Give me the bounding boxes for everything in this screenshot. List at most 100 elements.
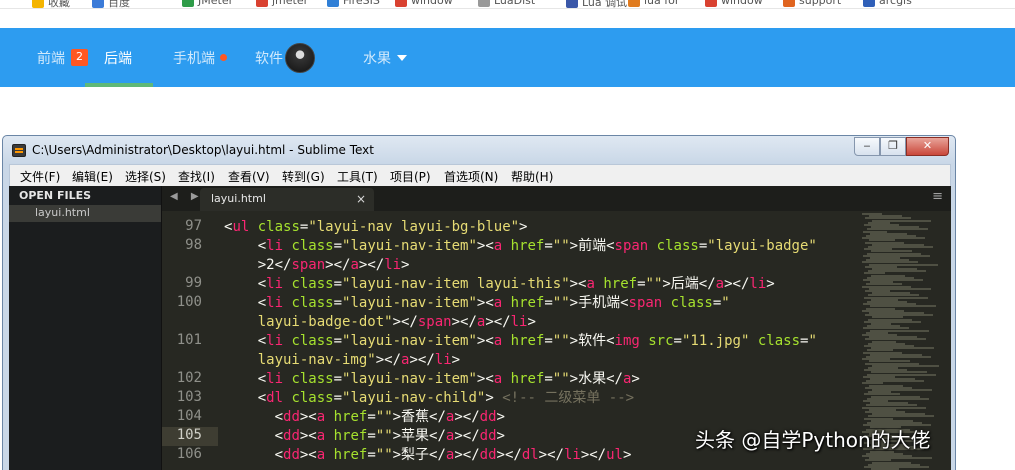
menu-bar: 文件(F) 编辑(E) 选择(S) 查找(I) 查看(V) 转到(G) 工具(T) 项目(P)… — [9, 164, 951, 186]
window-title: C:\Users\Administrator\Desktop\layui.htm… — [32, 143, 374, 157]
bookmark-item[interactable]: LuaDist — [478, 0, 535, 7]
nav-item-frontend[interactable]: 前端 2 — [37, 28, 88, 87]
nav-item-backend[interactable]: 后端 — [104, 28, 132, 87]
bookmark-icon — [628, 0, 640, 7]
bookmark-label: lua for — [644, 0, 680, 7]
bookmark-label: Lua 调试 — [582, 0, 628, 9]
bookmark-item[interactable]: Lua 调试 — [566, 0, 628, 9]
line-number: 100 — [176, 294, 202, 310]
window-controls: ‒ ❐ ✕ — [854, 137, 949, 156]
menu-item[interactable]: 首选项(N) — [444, 168, 498, 185]
code-line: <dd><a href="">梨子</a></dd></dl></li></ul… — [274, 447, 632, 463]
code-line: <dl class="layui-nav-child"> <!-- 二级菜单 -… — [257, 390, 635, 406]
code-line: <dd><a href="">香蕉</a></dd> — [274, 409, 505, 425]
bookmark-item[interactable]: lua for — [628, 0, 679, 7]
code-line: layui-badge-dot"></span></a></li> — [257, 314, 536, 330]
sidebar-header: OPEN FILES — [19, 189, 92, 202]
bookmark-item[interactable]: FireSIS — [327, 0, 380, 7]
line-number: 103 — [176, 389, 202, 405]
line-number: 105 — [176, 427, 202, 443]
bookmark-item[interactable]: arcgis — [863, 0, 912, 7]
caret-down-icon — [397, 54, 407, 61]
restore-button[interactable]: ❐ — [880, 137, 906, 156]
menu-item[interactable]: 文件(F) — [20, 168, 60, 185]
menu-item[interactable]: 工具(T) — [337, 168, 378, 185]
tab-bar: ◀ ▶ layui.html × ≡ — [162, 186, 951, 211]
tab-menu-icon[interactable]: ≡ — [932, 189, 943, 204]
bookmark-icon — [256, 0, 268, 7]
line-number: 106 — [176, 446, 202, 462]
bookmark-label: LuaDist — [494, 0, 536, 7]
bookmark-item[interactable]: window — [395, 0, 453, 7]
nav-item-label: 软件 — [255, 50, 283, 67]
bookmark-item[interactable]: jmeter — [256, 0, 308, 7]
nav-item-label: 后端 — [104, 50, 132, 67]
sublime-app-icon — [12, 144, 26, 157]
bookmark-icon — [783, 0, 795, 7]
tab-close-icon[interactable]: × — [356, 188, 366, 210]
menu-item[interactable]: 查找(I) — [178, 168, 215, 185]
minimize-button[interactable]: ‒ — [854, 137, 880, 156]
code-line: layui-nav-img"></a></li> — [257, 352, 461, 368]
bookmarks-bar: 收藏 百度 JMeter jmeter FireSIS window LuaDist Lua … — [0, 0, 1015, 9]
nav-item-mobile[interactable]: 手机端 — [173, 28, 227, 87]
bookmark-label: JMeter — [198, 0, 234, 7]
line-number: 101 — [176, 332, 202, 348]
bookmark-label: FireSIS — [343, 0, 380, 7]
code-line: <li class="layui-nav-item"><a href="">软件… — [257, 333, 817, 349]
menu-item[interactable]: 项目(P) — [390, 168, 431, 185]
menu-item[interactable]: 编辑(E) — [72, 168, 113, 185]
bookmark-label: window — [411, 0, 453, 7]
line-number: 104 — [176, 408, 202, 424]
line-gutter: 97 98 99 100 101 102 103 104 105 106 — [162, 211, 218, 470]
bookmark-item[interactable]: 收藏 — [32, 0, 70, 9]
code-line: <li class="layui-nav-item"><a href="">手机… — [257, 295, 730, 311]
nav-item-label: 水果 — [363, 50, 391, 67]
bookmark-item[interactable]: window — [705, 0, 763, 7]
bookmark-icon — [478, 0, 490, 7]
watermark: 头条 @自学Python的大佬 — [695, 428, 931, 452]
code-line: >2</span></a></li> — [257, 257, 410, 273]
window-titlebar[interactable]: C:\Users\Administrator\Desktop\layui.htm… — [3, 136, 955, 164]
bookmark-label: arcgis — [879, 0, 912, 7]
nav-item-label: 前端 — [37, 50, 65, 67]
line-number: 98 — [185, 237, 202, 253]
close-button[interactable]: ✕ — [906, 137, 949, 156]
screenshot-root: 收藏 百度 JMeter jmeter FireSIS window LuaDist Lua … — [0, 0, 1015, 470]
bookmark-label: 百度 — [108, 0, 130, 9]
sublime-window: C:\Users\Administrator\Desktop\layui.htm… — [2, 135, 956, 470]
bookmark-icon — [395, 0, 407, 7]
layui-nav: 前端 2 后端 手机端 软件 水果 — [0, 28, 1015, 87]
line-number: 99 — [185, 275, 202, 291]
nav-active-indicator — [85, 83, 153, 87]
sidebar: OPEN FILES layui.html — [9, 186, 162, 470]
bookmark-item[interactable]: support — [783, 0, 841, 7]
nav-item-software[interactable]: 软件 — [255, 28, 315, 87]
bookmark-label: window — [721, 0, 763, 7]
sidebar-file-item[interactable]: layui.html — [9, 205, 161, 222]
menu-item[interactable]: 帮助(H) — [511, 168, 553, 185]
line-number: 102 — [176, 370, 202, 386]
bookmark-icon — [566, 0, 578, 8]
menu-item[interactable]: 选择(S) — [125, 168, 166, 185]
code-line: <li class="layui-nav-item layui-this"><a… — [257, 276, 775, 292]
tab-scroll-arrows[interactable]: ◀ ▶ — [170, 191, 204, 202]
bookmark-icon — [92, 0, 104, 8]
bookmark-item[interactable]: 百度 — [92, 0, 130, 9]
bookmark-icon — [327, 0, 339, 7]
bookmark-icon — [32, 0, 44, 8]
bookmark-label: support — [799, 0, 842, 7]
avatar — [285, 42, 315, 73]
line-number: 97 — [185, 218, 202, 234]
nav-badge: 2 — [71, 49, 88, 66]
nav-item-fruit[interactable]: 水果 — [363, 28, 407, 87]
tab-label: layui.html — [211, 192, 266, 205]
nav-item-label: 手机端 — [173, 50, 215, 67]
bookmark-item[interactable]: JMeter — [182, 0, 233, 7]
menu-item[interactable]: 查看(V) — [228, 168, 270, 185]
bookmark-icon — [182, 0, 194, 7]
code-line: <li class="layui-nav-item"><a href="">前端… — [257, 238, 817, 254]
menu-item[interactable]: 转到(G) — [282, 168, 325, 185]
bookmark-label: 收藏 — [48, 0, 70, 9]
tab-layui-html[interactable]: layui.html × — [200, 188, 374, 211]
